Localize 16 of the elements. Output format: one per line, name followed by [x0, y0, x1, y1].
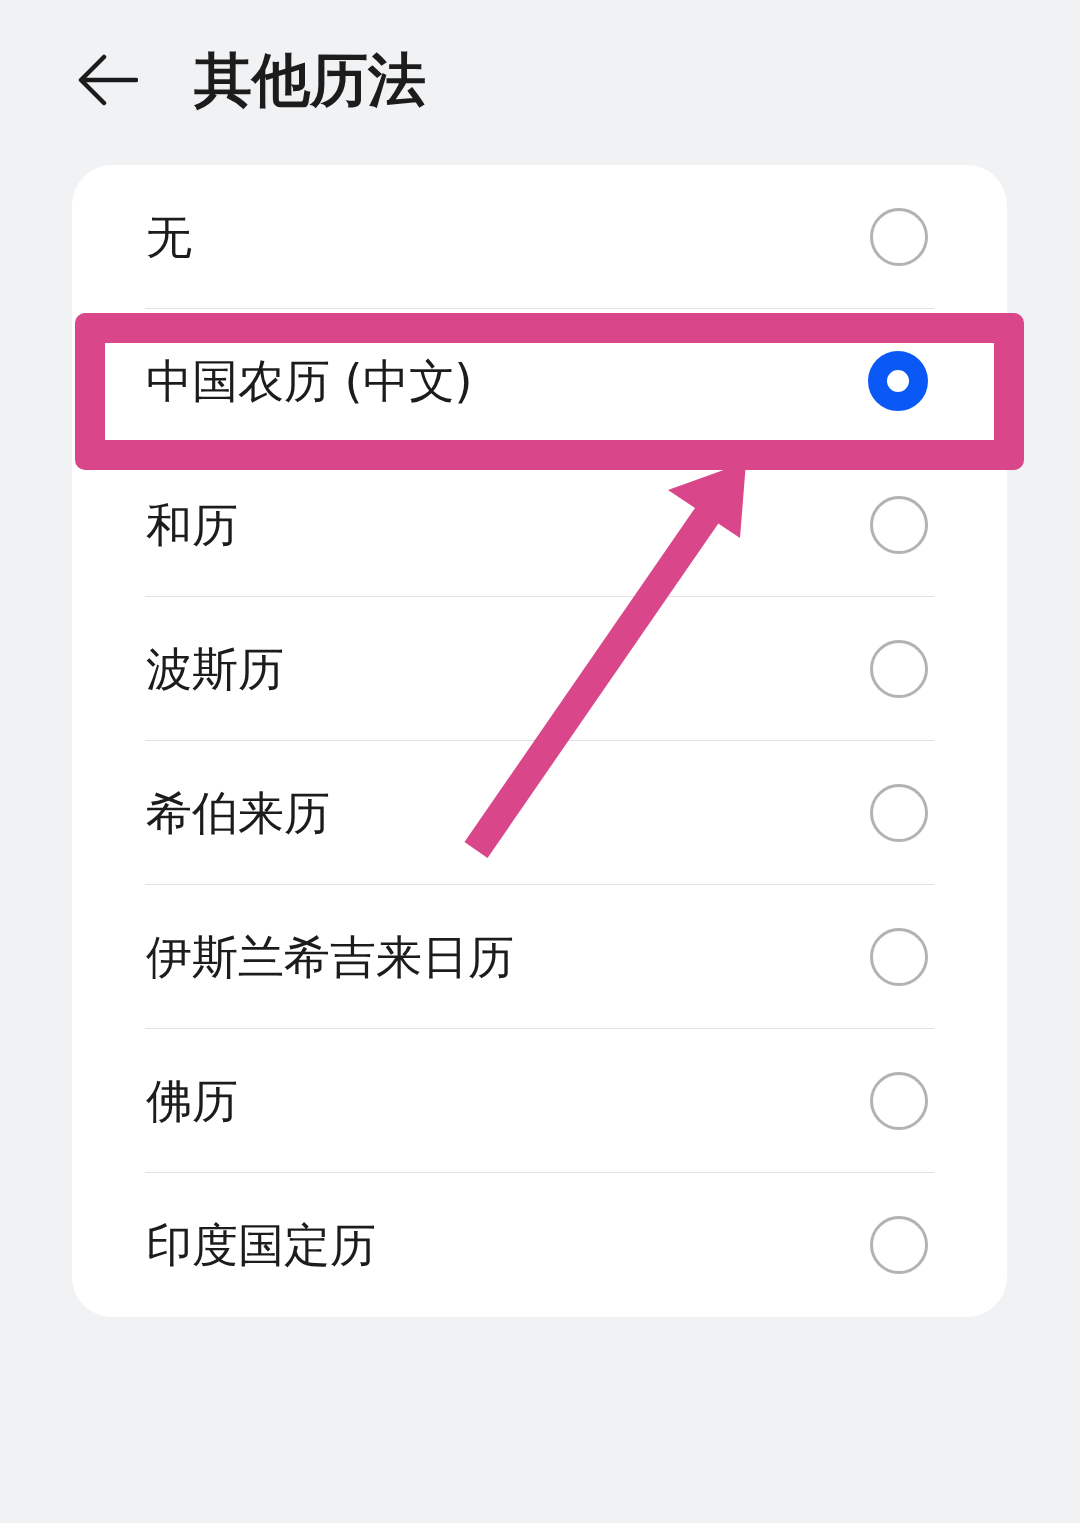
radio-button[interactable]	[870, 207, 928, 266]
radio-button[interactable]	[870, 1071, 928, 1130]
option-item[interactable]: 印度国定历	[145, 1173, 934, 1317]
radio-button[interactable]	[870, 495, 928, 554]
radio-button[interactable]	[870, 1216, 928, 1274]
option-item[interactable]: 波斯历	[145, 597, 934, 741]
back-icon[interactable]	[78, 54, 138, 106]
page-title: 其他历法	[194, 51, 426, 109]
option-item[interactable]: 佛历	[145, 1029, 934, 1173]
option-item[interactable]: 希伯来历	[145, 741, 934, 885]
radio-button[interactable]	[870, 783, 928, 842]
option-item[interactable]: 中国农历 (中文)	[145, 309, 934, 453]
option-item[interactable]: 无	[145, 165, 934, 309]
radio-button[interactable]	[870, 639, 928, 698]
radio-button[interactable]	[870, 927, 928, 986]
option-item[interactable]: 伊斯兰希吉来日历	[145, 885, 934, 1029]
